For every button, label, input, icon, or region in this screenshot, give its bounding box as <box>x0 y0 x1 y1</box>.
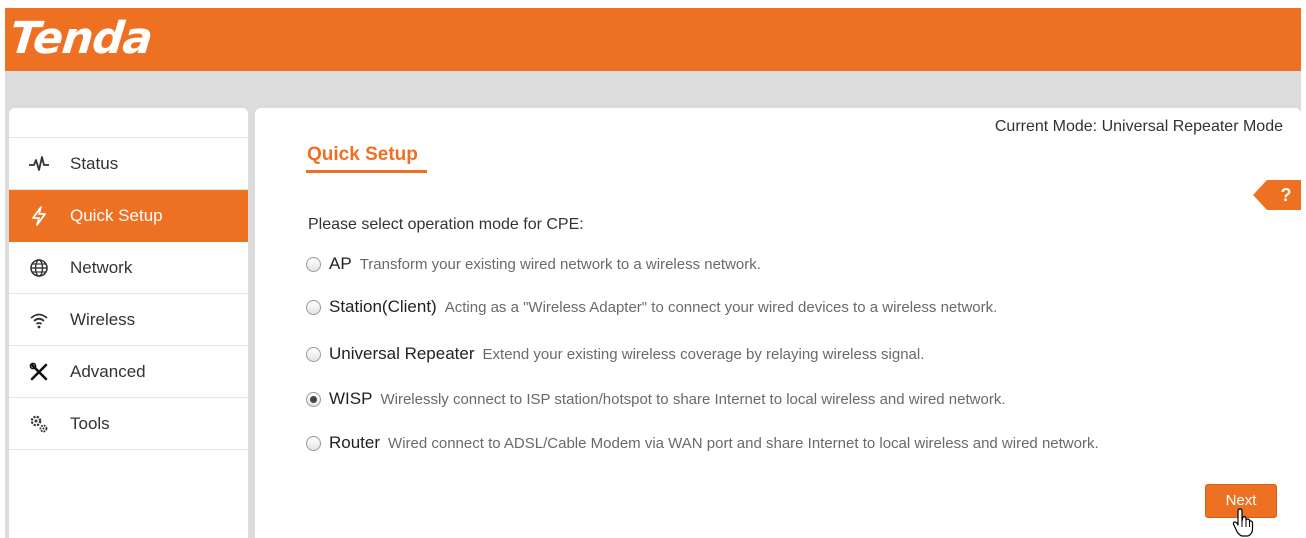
sidebar-item-label: Network <box>70 258 133 277</box>
radio-router[interactable] <box>306 435 321 451</box>
sidebar-item-status[interactable]: Status <box>9 138 248 190</box>
mode-option-universal-repeater[interactable]: Universal Repeater Extend your existing … <box>306 341 924 367</box>
lightning-icon <box>32 206 46 226</box>
mode-prompt: Please select operation mode for CPE: <box>308 216 584 233</box>
current-mode-label: Current Mode: Universal Repeater Mode <box>994 118 1283 135</box>
gears-icon <box>30 415 48 433</box>
sidebar-item-label: Wireless <box>70 310 136 329</box>
globe-icon <box>30 259 48 277</box>
sidebar-item-label: Status <box>70 154 119 173</box>
tenda-logo: Tenda <box>7 13 155 64</box>
hand-pointer-cursor-icon <box>1232 508 1254 537</box>
wifi-icon <box>30 313 48 329</box>
option-name: Station(Client) <box>329 297 437 316</box>
main-panel: Current Mode: Universal Repeater Mode Qu… <box>255 108 1301 538</box>
radio-station-client[interactable] <box>306 299 321 315</box>
sidebar-item-quick-setup[interactable]: Quick Setup <box>9 190 248 242</box>
sidebar-item-tools[interactable]: Tools <box>9 398 248 450</box>
sidebar-item-label: Tools <box>70 414 110 433</box>
mode-option-wisp[interactable]: WISP Wirelessly connect to ISP station/h… <box>306 386 1005 412</box>
option-description: Wirelessly connect to ISP station/hotspo… <box>380 390 1006 408</box>
sidebar-item-wireless[interactable]: Wireless <box>9 294 248 346</box>
top-header: Tenda <box>5 8 1301 71</box>
mode-option-station-client[interactable]: Station(Client) Acting as a "Wireless Ad… <box>306 294 997 320</box>
radio-wisp[interactable] <box>306 391 321 407</box>
radio-universal-repeater[interactable] <box>306 346 321 362</box>
sidebar: Status Quick Setup Network Wireless Adva… <box>9 108 248 538</box>
help-button[interactable]: ? <box>1253 180 1301 210</box>
page-title: Quick Setup <box>307 144 418 165</box>
help-question-mark: ? <box>1280 185 1292 205</box>
sidebar-item-network[interactable]: Network <box>9 242 248 294</box>
sidebar-menu: Status Quick Setup Network Wireless Adva… <box>9 137 248 450</box>
mode-option-router[interactable]: Router Wired connect to ADSL/Cable Modem… <box>306 430 1099 456</box>
option-name: Universal Repeater <box>329 344 475 363</box>
tools-cross-icon <box>29 362 48 381</box>
mode-option-ap[interactable]: AP Transform your existing wired network… <box>306 251 761 277</box>
option-name: WISP <box>329 389 373 408</box>
title-underline <box>306 170 427 173</box>
option-name: Router <box>329 433 381 452</box>
option-description: Extend your existing wireless coverage b… <box>482 345 925 363</box>
router-admin-window: Tenda Status Quick Setup Network Wireles… <box>5 8 1301 538</box>
sidebar-item-advanced[interactable]: Advanced <box>9 346 248 398</box>
radio-ap[interactable] <box>306 256 321 272</box>
option-description: Acting as a "Wireless Adapter" to connec… <box>444 298 998 316</box>
sidebar-item-label: Advanced <box>70 362 146 381</box>
option-name: AP <box>329 254 352 273</box>
pulse-icon <box>29 156 49 171</box>
sidebar-item-label: Quick Setup <box>70 206 163 225</box>
option-description: Transform your existing wired network to… <box>359 255 761 273</box>
option-description: Wired connect to ADSL/Cable Modem via WA… <box>388 434 1099 452</box>
